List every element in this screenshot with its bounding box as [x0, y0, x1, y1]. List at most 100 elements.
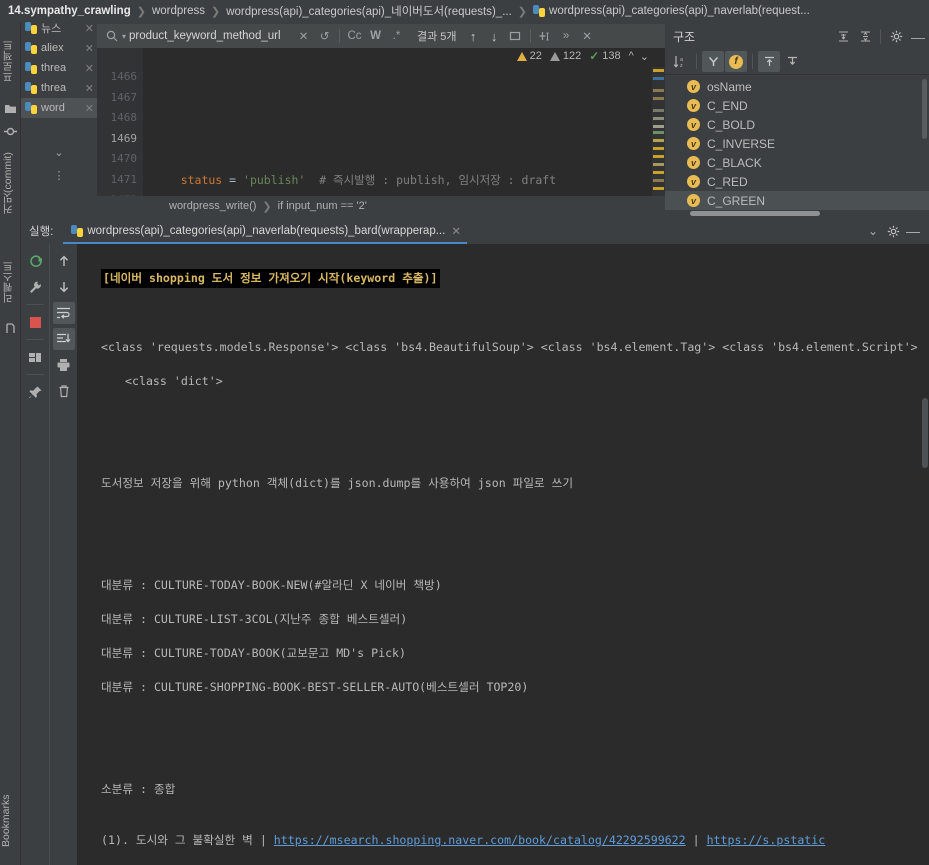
editor-tab[interactable]: 뉴스 ✕: [21, 18, 97, 38]
editor-breadcrumb-statement[interactable]: if input_num == '2': [278, 200, 367, 212]
close-icon[interactable]: ✕: [82, 22, 97, 35]
book-catalog-link[interactable]: https://msearch.shopping.naver.com/book/…: [274, 833, 686, 847]
search-input[interactable]: [129, 30, 290, 42]
tab-list-chevron-down-icon[interactable]: ⌄: [21, 146, 97, 159]
breadcrumb-folder[interactable]: wordpress: [152, 5, 205, 17]
variable-icon: v: [687, 118, 700, 131]
breadcrumb-project[interactable]: 14.sympathy_crawling: [8, 5, 131, 17]
find-next-icon[interactable]: ↓: [486, 26, 503, 46]
line-number: 1466: [110, 70, 138, 83]
editor-tab[interactable]: threa ✕: [21, 78, 97, 98]
scroll-to-source-icon[interactable]: [781, 51, 803, 72]
left-tool-strip: 프로젝트 커밋(commit) 리퀘스트 Bookmarks: [0, 22, 21, 865]
scroll-down-icon[interactable]: [53, 276, 75, 298]
close-icon[interactable]: ✕: [82, 82, 97, 95]
breadcrumb-file-prev[interactable]: wordpress(api)_categories(api)_네이버도서(req…: [226, 3, 512, 19]
search-history-icon[interactable]: ↺: [316, 26, 333, 46]
run-config-tab[interactable]: wordpress(api)_categories(api)_naverlab(…: [63, 218, 467, 244]
close-icon[interactable]: ✕: [451, 224, 461, 238]
run-panel-label: 실행:: [29, 226, 54, 238]
sidebar-item-pull-request[interactable]: 리퀘스트: [0, 244, 21, 320]
add-caret-icon[interactable]: [537, 26, 554, 46]
find-previous-icon[interactable]: ↑: [465, 26, 482, 46]
breadcrumb-bar: 14.sympathy_crawling ❯ wordpress ❯ wordp…: [0, 0, 929, 22]
scroll-to-end-icon[interactable]: [52, 328, 75, 350]
clear-search-icon[interactable]: ✕: [295, 26, 312, 46]
tab-more-options-icon[interactable]: ⋮: [21, 169, 97, 182]
sidebar-item-project[interactable]: 프로젝트: [0, 24, 21, 98]
editor-breadcrumb-function[interactable]: wordpress_write(): [169, 200, 256, 212]
whole-words-toggle[interactable]: W: [367, 26, 384, 46]
match-case-toggle[interactable]: Cc: [346, 26, 363, 46]
structure-panel-title: 구조: [673, 30, 696, 44]
editor-tab[interactable]: threa ✕: [21, 58, 97, 78]
ide-window: 14.sympathy_crawling ❯ wordpress ❯ wordp…: [0, 0, 929, 865]
wrench-settings-icon[interactable]: [24, 276, 46, 298]
inspection-prev-icon[interactable]: ^: [629, 50, 634, 62]
structure-horizontal-scrollbar[interactable]: [690, 211, 820, 216]
error-stripe-scrollbar[interactable]: [652, 67, 665, 196]
find-input-wrapper[interactable]: ▾: [97, 24, 293, 48]
collapse-all-icon[interactable]: [854, 26, 876, 47]
scroll-from-source-icon[interactable]: [758, 51, 780, 72]
layout-icon[interactable]: [24, 346, 46, 368]
book-image-link[interactable]: https://s.pstatic: [707, 833, 826, 847]
editor-tab-active[interactable]: word ✕: [21, 98, 97, 118]
console-output[interactable]: [네이버 shopping 도서 정보 가져오기 시작(keyword 추출)]…: [77, 244, 929, 865]
expand-all-icon[interactable]: [832, 26, 854, 47]
structure-item[interactable]: v C_BLACK: [665, 153, 929, 172]
close-icon[interactable]: ✕: [82, 102, 97, 115]
print-icon[interactable]: [53, 354, 75, 376]
structure-item[interactable]: v C_RED: [665, 172, 929, 191]
structure-item-selected[interactable]: v C_GREEN: [665, 191, 929, 210]
inspection-widget[interactable]: 22 122 ✓ 138 ^ ⌄: [516, 49, 649, 63]
clear-all-icon[interactable]: [53, 380, 75, 402]
sidebar-item-bookmarks[interactable]: Bookmarks: [0, 781, 21, 861]
settings-gear-icon[interactable]: [883, 221, 903, 241]
close-icon[interactable]: ✕: [82, 42, 97, 55]
search-dropdown-chevron-icon[interactable]: ▾: [122, 32, 126, 41]
scroll-up-icon[interactable]: [53, 250, 75, 272]
console-dict-line: <class 'dict'>: [125, 374, 223, 388]
close-icon[interactable]: ✕: [82, 62, 97, 75]
structure-item-label: C_GREEN: [707, 193, 766, 208]
toolbar-overflow-icon[interactable]: »: [558, 26, 575, 46]
run-panel: 실행: wordpress(api)_categories(api)_naver…: [21, 218, 929, 865]
close-find-icon[interactable]: ✕: [579, 26, 596, 46]
sidebar-item-commit[interactable]: 커밋(commit): [0, 140, 21, 226]
minimize-panel-icon[interactable]: —: [907, 26, 929, 47]
chevron-down-icon[interactable]: ⌄: [863, 221, 883, 241]
breadcrumb-active-file[interactable]: wordpress(api)_categories(api)_naverlab(…: [549, 5, 810, 17]
structure-item[interactable]: v osName: [665, 77, 929, 96]
rerun-icon[interactable]: [24, 250, 46, 272]
settings-gear-icon[interactable]: [885, 26, 907, 47]
run-toolbar: [21, 244, 77, 865]
code-editor[interactable]: 1466 1467 1468 1469 1470 1471 1472 statu…: [97, 48, 665, 196]
python-file-icon: [25, 62, 37, 74]
pin-icon[interactable]: [24, 381, 46, 403]
soft-wrap-icon[interactable]: [52, 302, 75, 324]
run-config-tab-label: wordpress(api)_categories(api)_naverlab(…: [87, 225, 446, 237]
variable-icon: v: [687, 80, 700, 93]
structure-item-list[interactable]: v osName v C_END v C_BOLD v C_INVERSE v C_BLA…: [665, 75, 929, 216]
inspection-next-icon[interactable]: ⌄: [640, 50, 649, 63]
structure-item[interactable]: v C_INVERSE: [665, 134, 929, 153]
structure-vertical-scrollbar[interactable]: [922, 79, 927, 139]
minimize-panel-icon[interactable]: —: [903, 221, 923, 241]
structure-item[interactable]: v C_BOLD: [665, 115, 929, 134]
project-folder-icon: [4, 102, 17, 115]
sort-alphabetically-icon[interactable]: az: [669, 51, 691, 72]
show-inherited-icon[interactable]: [702, 51, 724, 72]
console-vertical-scrollbar[interactable]: [922, 398, 928, 468]
stop-icon[interactable]: [24, 311, 46, 333]
run-panel-header: 실행: wordpress(api)_categories(api)_naver…: [21, 218, 929, 244]
search-icon[interactable]: [103, 26, 120, 46]
regex-toggle[interactable]: .*: [388, 26, 405, 46]
code-line: status = 'publish' # 즉시발행 : publish, 임시저…: [153, 172, 557, 187]
code-text-area[interactable]: status = 'publish' # 즉시발행 : publish, 임시저…: [143, 67, 651, 196]
console-class-line: <class 'requests.models.Response'> <clas…: [101, 340, 918, 354]
editor-tab[interactable]: aliex ✕: [21, 38, 97, 58]
show-fields-icon[interactable]: f: [725, 51, 747, 72]
select-all-occurrences-icon[interactable]: [507, 26, 524, 46]
structure-item[interactable]: v C_END: [665, 96, 929, 115]
